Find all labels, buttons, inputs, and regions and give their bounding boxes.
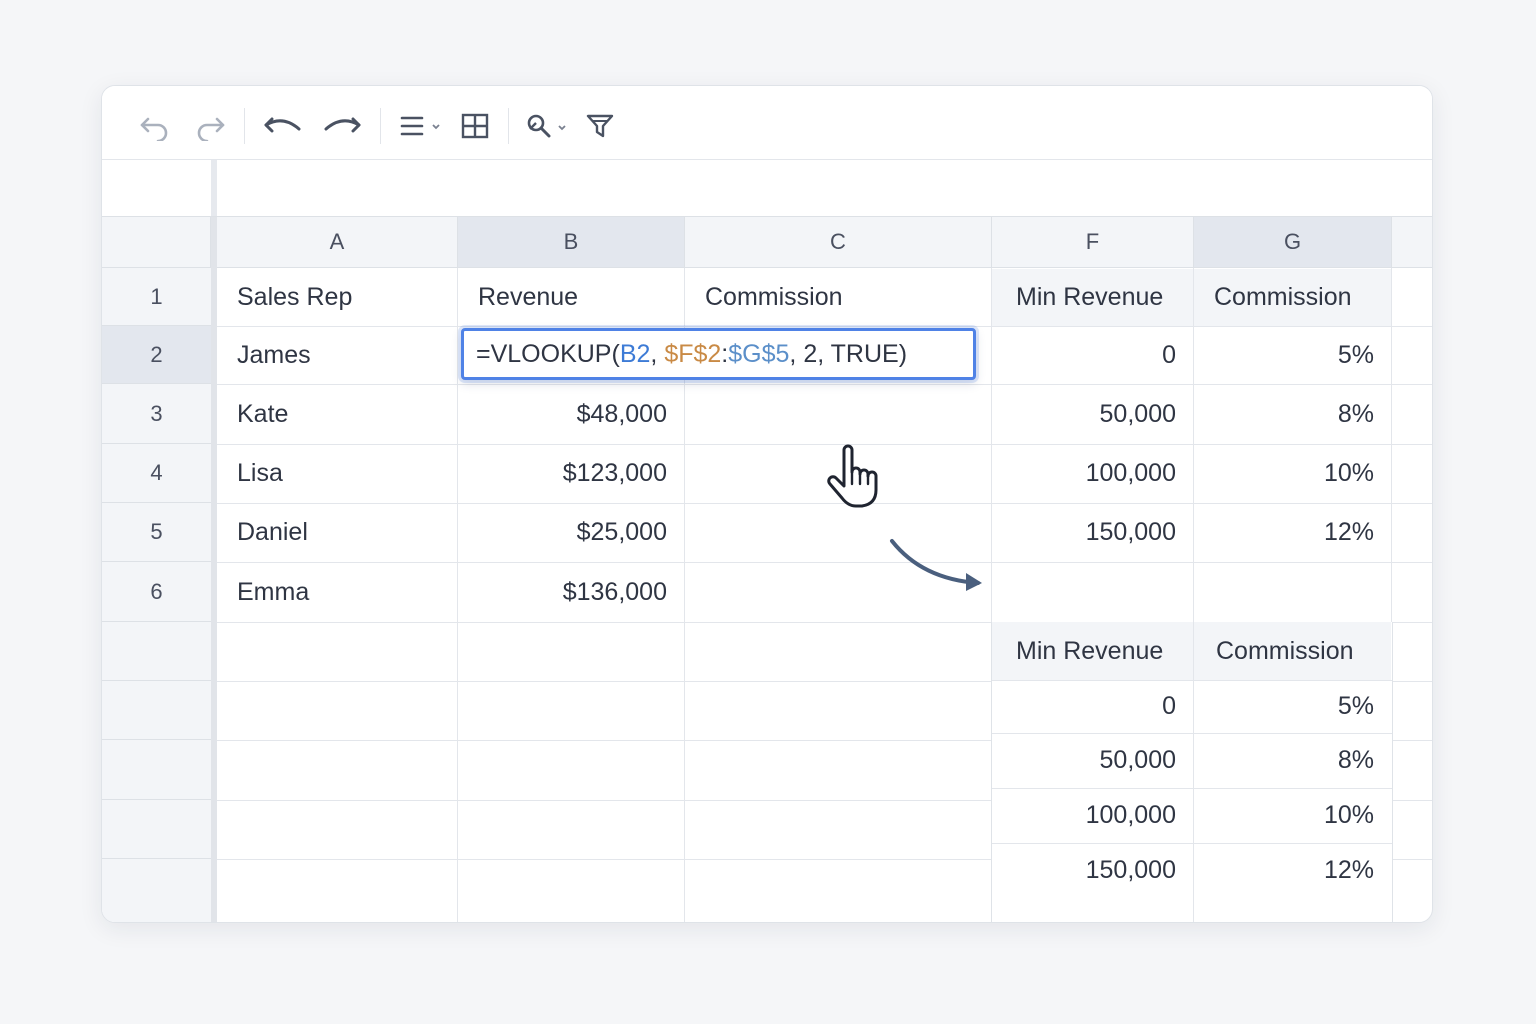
row-header-6[interactable]: 6 [102,562,211,622]
formula-bar[interactable] [102,160,1432,217]
cell-a1[interactable]: Sales Rep [217,268,457,326]
curved-arrow-icon [882,535,992,615]
cell-f4[interactable]: 100,000 [992,444,1193,503]
redo-icon[interactable] [190,106,230,146]
cell-b3[interactable]: $48,000 [458,384,684,444]
column-header-c[interactable]: C [685,217,992,268]
row-header-4[interactable]: 4 [102,444,211,503]
formula-separator: , [650,339,665,368]
align-menu-icon[interactable] [397,106,447,146]
redo-bold-icon[interactable] [322,106,362,146]
table-grid-icon[interactable] [455,106,495,146]
undo-icon[interactable] [135,106,175,146]
cell-a4[interactable]: Lisa [217,444,457,503]
toolbar-separator [508,108,509,144]
sheet-grid: A B C F G 1 2 3 4 5 6 Sales Rep Revenue … [102,217,1432,922]
copy-cell-rate[interactable]: 5% [1194,680,1391,733]
copy-cell-rate[interactable]: 10% [1194,788,1391,843]
cell-c1[interactable]: Commission [685,268,991,326]
cell-b4[interactable]: $123,000 [458,444,684,503]
cell-a3[interactable]: Kate [217,384,457,444]
cell-g2[interactable]: 5% [1194,326,1391,384]
copy-cell-min[interactable]: 0 [992,680,1193,733]
undo-bold-icon[interactable] [263,106,303,146]
toolbar [102,86,1432,160]
cell-g5[interactable]: 12% [1194,503,1391,562]
cell-b6[interactable]: $136,000 [458,562,684,622]
cell-a2[interactable]: James [217,326,457,384]
toolbar-separator [380,108,381,144]
row-header-empty[interactable] [102,800,211,859]
cell-a6[interactable]: Emma [217,562,457,622]
formula-bar-divider [211,160,217,216]
cell-b5[interactable]: $25,000 [458,503,684,562]
cell-f1[interactable]: Min Revenue [992,269,1193,326]
formula-ref-f2: $F$2 [664,339,722,368]
row-header-empty[interactable] [102,681,211,740]
row-header-5[interactable]: 5 [102,503,211,562]
formula-colon: : [721,339,729,368]
cell-f5[interactable]: 150,000 [992,503,1193,562]
cell-g4[interactable]: 10% [1194,444,1391,503]
row-header-empty[interactable] [102,859,211,922]
copy-cell-min[interactable]: 150,000 [992,843,1193,898]
row-header-1[interactable]: 1 [102,268,211,326]
cell-f3[interactable]: 50,000 [992,384,1193,444]
column-header-a[interactable]: A [217,217,458,268]
row-header-empty[interactable] [102,740,211,800]
paint-tool-icon[interactable] [522,106,572,146]
formula-ref-b2: B2 [619,339,651,368]
select-all-corner[interactable] [102,217,211,268]
formula-prefix: =VLOOKUP( [476,339,620,368]
grid-line [1391,268,1392,622]
cell-f2[interactable]: 0 [992,326,1193,384]
column-header-f[interactable]: F [992,217,1194,268]
spreadsheet-window: A B C F G 1 2 3 4 5 6 Sales Rep Revenue … [101,85,1433,923]
filter-icon[interactable] [580,106,620,146]
copy-header-min-revenue[interactable]: Min Revenue [992,622,1193,680]
copy-cell-min[interactable]: 100,000 [992,788,1193,843]
column-header-g[interactable]: G [1194,217,1392,268]
cell-g1[interactable]: Commission [1194,269,1391,326]
copy-cell-rate[interactable]: 8% [1194,733,1391,788]
column-header-blank[interactable] [1392,217,1432,268]
row-header-3[interactable]: 3 [102,384,211,444]
copy-header-commission[interactable]: Commission [1194,622,1391,680]
toolbar-separator [244,108,245,144]
cell-g3[interactable]: 8% [1194,384,1391,444]
cell-a5[interactable]: Daniel [217,503,457,562]
cell-editor-formula-input[interactable]: =VLOOKUP(B2, $F$2: $G$5, 2, TRUE) [461,328,976,380]
row-header-empty[interactable] [102,622,211,681]
cell-b1[interactable]: Revenue [458,268,684,326]
formula-suffix: , 2, TRUE) [789,339,908,368]
copy-cell-rate[interactable]: 12% [1194,843,1391,898]
row-header-2[interactable]: 2 [102,326,211,384]
copy-cell-min[interactable]: 50,000 [992,733,1193,788]
column-header-b[interactable]: B [458,217,685,268]
formula-ref-g5: $G$5 [728,339,790,368]
hand-pointer-cursor-icon [822,442,892,512]
